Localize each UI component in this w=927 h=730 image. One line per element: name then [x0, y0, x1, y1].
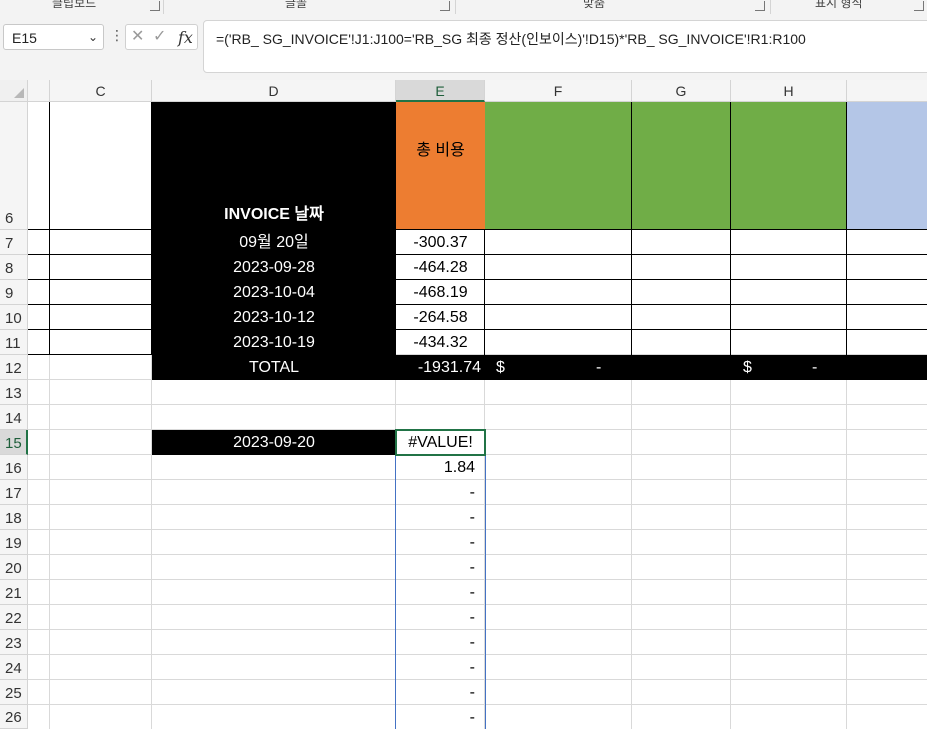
header-cell-e-fill — [396, 102, 485, 230]
ribbon-group-labels: 클립보드 글꼴 맞춤 표시 형식 — [0, 0, 927, 15]
column-header-d[interactable]: D — [152, 80, 396, 102]
cell-e7[interactable]: -300.37 — [396, 230, 485, 255]
more-options-icon[interactable]: ⋮ — [110, 28, 124, 42]
gridline — [28, 404, 927, 405]
ribbon-group-alignment: 맞춤 — [583, 0, 606, 10]
chevron-down-icon[interactable]: ⌄ — [88, 29, 98, 45]
table-border — [28, 304, 152, 305]
header-cell-fgh-fill — [485, 102, 847, 230]
row-header-25[interactable]: 25 — [0, 680, 28, 705]
row-header-12[interactable]: 12 — [0, 355, 28, 380]
header-divider — [631, 102, 632, 230]
cell-d12[interactable]: TOTAL — [152, 355, 396, 380]
cell-d15[interactable]: 2023-09-20 — [152, 430, 396, 455]
cell-e10[interactable]: -264.58 — [396, 305, 485, 330]
cell-e9[interactable]: -468.19 — [396, 280, 485, 305]
ribbon-separator — [770, 0, 771, 14]
table-border — [730, 230, 731, 355]
cell-e6[interactable]: 총 비용 — [396, 138, 485, 163]
header-divider — [730, 102, 731, 230]
row-header-14[interactable]: 14 — [0, 405, 28, 430]
row-header-9[interactable]: 9 — [0, 280, 28, 305]
cell-e12[interactable]: -1931.74 — [396, 355, 485, 380]
clipboard-dialog-launcher-icon[interactable] — [150, 1, 160, 11]
column-header-g[interactable]: G — [632, 80, 731, 102]
row-header-17[interactable]: 17 — [0, 480, 28, 505]
row-header-16[interactable]: 16 — [0, 455, 28, 480]
spill-range-border — [395, 429, 486, 729]
row-header-19[interactable]: 19 — [0, 530, 28, 555]
row-header-6[interactable]: 6 — [0, 102, 28, 230]
name-box-value: E15 — [12, 30, 37, 46]
worksheet-grid[interactable]: C D E F G H 6 7 8 9 10 11 12 13 14 15 16… — [0, 80, 927, 729]
table-border — [631, 230, 632, 355]
name-box[interactable]: E15 ⌄ — [3, 24, 104, 50]
cell-d7[interactable]: 09월 20일 — [152, 230, 396, 255]
row-header-18[interactable]: 18 — [0, 505, 28, 530]
formula-input[interactable]: =('RB_ SG_INVOICE'!J1:J100='RB_SG 최종 정산(… — [203, 20, 927, 73]
column-header-f[interactable]: F — [485, 80, 632, 102]
cell-d6[interactable]: INVOICE 날짜 — [152, 202, 396, 227]
insert-function-icon[interactable]: fx — [178, 28, 193, 47]
cell-f12-value[interactable]: - — [596, 355, 601, 380]
header-divider — [846, 102, 847, 230]
column-header-b-partial[interactable] — [28, 80, 50, 102]
font-dialog-launcher-icon[interactable] — [440, 1, 450, 11]
ribbon-separator — [455, 0, 456, 14]
cell-d8[interactable]: 2023-09-28 — [152, 255, 396, 280]
table-border — [28, 354, 152, 355]
cell-e8[interactable]: -464.28 — [396, 255, 485, 280]
row-header-8[interactable]: 8 — [0, 255, 28, 280]
cancel-icon[interactable]: ✕ — [131, 28, 144, 46]
row-header-11[interactable]: 11 — [0, 330, 28, 355]
table-border — [49, 229, 152, 230]
cell-e11[interactable]: -434.32 — [396, 330, 485, 355]
table-border — [846, 230, 847, 355]
row-header-26[interactable]: 26 — [0, 705, 28, 729]
number-dialog-launcher-icon[interactable] — [914, 1, 924, 11]
enter-icon[interactable]: ✓ — [153, 28, 166, 46]
column-header-h[interactable]: H — [731, 80, 847, 102]
cell-d11[interactable]: 2023-10-19 — [152, 330, 396, 355]
row-header-21[interactable]: 21 — [0, 580, 28, 605]
row-header-23[interactable]: 23 — [0, 630, 28, 655]
select-all-button[interactable] — [0, 80, 28, 102]
row-header-10[interactable]: 10 — [0, 305, 28, 330]
cell-h12-value[interactable]: - — [812, 355, 817, 380]
formula-text: =('RB_ SG_INVOICE'!J1:J100='RB_SG 최종 정산(… — [216, 31, 806, 47]
row-header-15[interactable]: 15 — [0, 430, 28, 455]
ribbon-group-clipboard: 클립보드 — [52, 0, 97, 10]
column-header-e[interactable]: E — [396, 80, 485, 102]
column-header-c[interactable]: C — [50, 80, 152, 102]
cell-d10[interactable]: 2023-10-12 — [152, 305, 396, 330]
cell-f12-currency: $ — [496, 359, 505, 376]
table-border — [28, 329, 152, 330]
row-header-7[interactable]: 7 — [0, 230, 28, 255]
row-header-13[interactable]: 13 — [0, 380, 28, 405]
row-header-22[interactable]: 22 — [0, 605, 28, 630]
active-cell-selection[interactable] — [395, 429, 486, 456]
cell-h12-currency: $ — [743, 359, 752, 376]
row-header-20[interactable]: 20 — [0, 555, 28, 580]
formula-bar: E15 ⌄ ⋮ ✕ ✓ fx =('RB_ SG_INVOICE'!J1:J10… — [0, 14, 927, 80]
table-border — [28, 229, 49, 230]
cell-d9[interactable]: 2023-10-04 — [152, 280, 396, 305]
formula-buttons: ✕ ✓ fx — [125, 24, 198, 50]
ribbon-group-number: 표시 형식 — [815, 0, 863, 10]
table-border — [28, 254, 152, 255]
row-header-24[interactable]: 24 — [0, 655, 28, 680]
table-border — [28, 279, 152, 280]
ribbon-group-font: 글꼴 — [285, 0, 308, 10]
select-all-icon — [14, 88, 24, 98]
column-header-i-partial[interactable] — [847, 80, 927, 102]
alignment-dialog-launcher-icon[interactable] — [755, 1, 765, 11]
header-cell-i-fill — [847, 102, 927, 230]
ribbon-separator — [163, 0, 164, 14]
